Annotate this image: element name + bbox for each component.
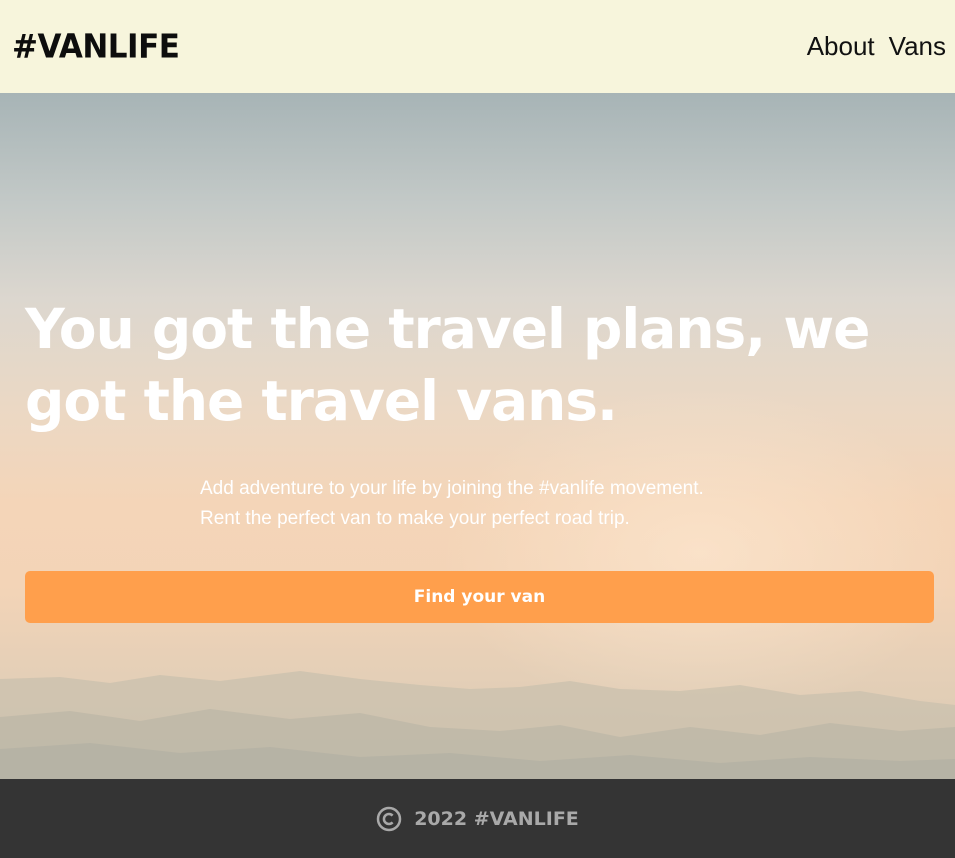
site-logo[interactable]: #VANLIFE [12,28,180,66]
nav-link-vans[interactable]: Vans [889,31,946,62]
hero-section: You got the travel plans, we got the tra… [0,93,955,779]
find-your-van-button[interactable]: Find your van [25,571,934,623]
copyright-icon [376,806,402,832]
navbar: #VANLIFE About Vans [0,0,955,93]
hero-subtitle-line-1: Add adventure to your life by joining th… [200,478,704,499]
nav-link-about[interactable]: About [807,31,875,62]
main-nav: About Vans [807,31,946,62]
footer: 2022 #VANLIFE [0,779,955,858]
mountain-silhouette-image [0,671,955,779]
hero-subtitle: Add adventure to your life by joining th… [200,474,840,534]
hero-title: You got the travel plans, we got the tra… [25,297,870,433]
hero-subtitle-line-2: Rent the perfect van to make your perfec… [200,508,630,529]
footer-copyright-text: 2022 #VANLIFE [414,807,579,830]
